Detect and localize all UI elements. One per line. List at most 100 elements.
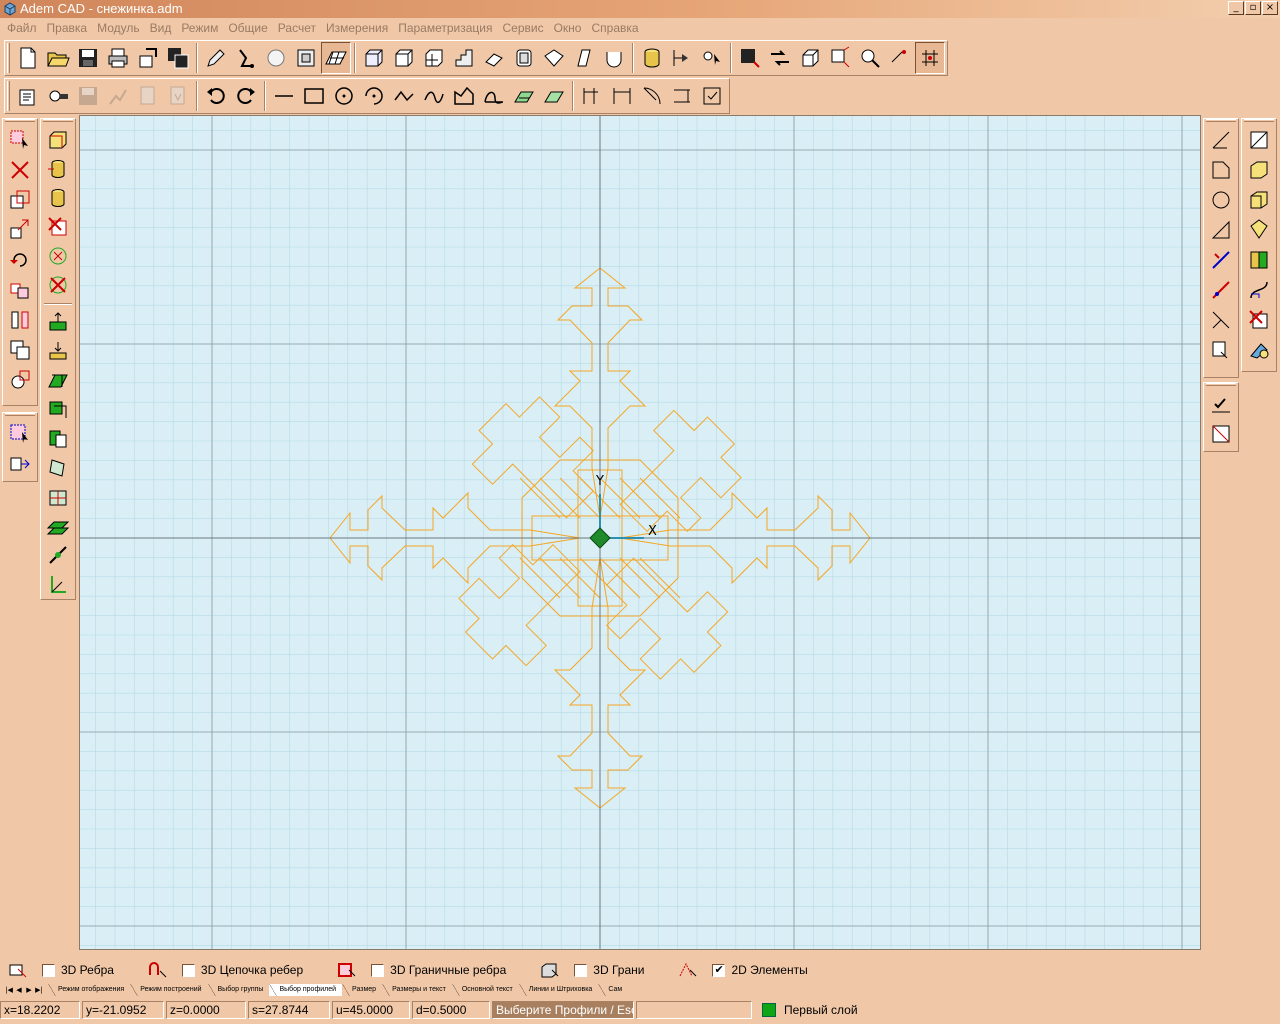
print-icon[interactable] (103, 42, 133, 74)
tab-dimension[interactable]: Размер (342, 984, 382, 996)
menu-window[interactable]: Окно (549, 21, 587, 35)
select-group-icon[interactable] (4, 419, 36, 449)
cylinder-icon[interactable] (637, 42, 667, 74)
face-delete-icon[interactable] (1243, 305, 1275, 335)
face-select-icon[interactable] (1243, 125, 1275, 155)
save-all-icon[interactable] (163, 42, 193, 74)
face-extend-icon[interactable] (1243, 185, 1275, 215)
dimension-radius-icon[interactable] (637, 80, 667, 112)
arc-center-icon[interactable] (359, 80, 389, 112)
scale-object-icon[interactable] (4, 305, 36, 335)
tab-lines-hatching[interactable]: Линии и Штриховка (518, 984, 599, 996)
tab-self[interactable]: Сам (598, 984, 628, 996)
fillet-icon[interactable] (1205, 185, 1237, 215)
tab-group-select[interactable]: Выбор группы (207, 984, 270, 996)
grid-check-icon[interactable] (1205, 419, 1237, 449)
corner-icon[interactable] (1205, 215, 1237, 245)
curve-icon[interactable] (479, 80, 509, 112)
point-mark-icon[interactable] (42, 241, 74, 270)
save-model-icon[interactable] (735, 42, 765, 74)
circle-icon[interactable] (329, 80, 359, 112)
toolbar-grip[interactable] (7, 43, 10, 73)
dimension-linear-icon[interactable] (577, 80, 607, 112)
undo-icon[interactable] (201, 80, 231, 112)
cube-view-icon[interactable] (795, 42, 825, 74)
plane-down-icon[interactable] (42, 337, 74, 366)
menu-general[interactable]: Общие (223, 21, 272, 35)
plane-tilt-icon[interactable] (42, 453, 74, 482)
plane-hatch-icon[interactable] (42, 512, 74, 541)
axis-icon[interactable] (42, 541, 74, 570)
copy-object-icon[interactable] (4, 185, 36, 215)
layer-color-swatch[interactable] (762, 1003, 776, 1017)
machine-icon[interactable] (291, 42, 321, 74)
sphere-icon[interactable] (261, 42, 291, 74)
line-icon[interactable] (269, 80, 299, 112)
face-color-icon[interactable] (1243, 335, 1275, 365)
menu-edit[interactable]: Правка (42, 21, 93, 35)
coordinate-system-icon[interactable] (42, 570, 74, 599)
dimension-aligned-icon[interactable] (607, 80, 637, 112)
properties-icon[interactable] (13, 80, 43, 112)
tab-display-mode[interactable]: Режим отображения (48, 984, 130, 996)
checkbox[interactable] (712, 963, 726, 977)
box-icon[interactable] (389, 42, 419, 74)
spline-icon[interactable] (419, 80, 449, 112)
rotate-object-icon[interactable] (4, 245, 36, 275)
menu-module[interactable]: Модуль (92, 21, 145, 35)
filter-3d-edges[interactable]: 3D Ребра (8, 961, 114, 979)
check-mark-icon[interactable] (1205, 389, 1237, 419)
tab-profile-select[interactable]: Выбор профилей (269, 984, 343, 996)
toolbar-grip[interactable] (7, 81, 10, 111)
move-object-icon[interactable] (4, 215, 36, 245)
break-line-icon[interactable] (1205, 305, 1237, 335)
filter-3d-boundary-edges[interactable]: 3D Граничные ребра (337, 961, 506, 979)
menu-parametrization[interactable]: Параметризация (393, 21, 497, 35)
face-split-icon[interactable] (1243, 245, 1275, 275)
toolbar-grip[interactable] (1206, 119, 1236, 122)
tab-dimensions-text[interactable]: Размеры и текст (382, 984, 452, 996)
tab-last-icon[interactable]: ▶| (34, 984, 44, 996)
solid-extend-icon[interactable] (42, 183, 74, 212)
offset-object-icon[interactable] (4, 365, 36, 395)
menu-view[interactable]: Вид (145, 21, 177, 35)
extend-line-icon[interactable] (1205, 275, 1237, 305)
point-icon[interactable] (885, 42, 915, 74)
cup-icon[interactable] (599, 42, 629, 74)
polygon-icon[interactable] (449, 80, 479, 112)
workplane-icon[interactable] (42, 366, 74, 395)
face-fill-icon[interactable] (1243, 155, 1275, 185)
checkbox[interactable] (181, 963, 195, 977)
new-file-icon[interactable] (13, 42, 43, 74)
tab-construction-mode[interactable]: Режим построений (130, 984, 207, 996)
dimension-check-icon[interactable] (697, 80, 727, 112)
chamfer-icon[interactable] (1205, 155, 1237, 185)
save-icon[interactable] (73, 42, 103, 74)
box-cut-icon[interactable] (419, 42, 449, 74)
transform-group-icon[interactable] (4, 449, 36, 479)
status-layer-name[interactable]: Первый слой (784, 1003, 858, 1017)
tab-prev-icon[interactable]: ◀ (14, 984, 24, 996)
layers-icon[interactable] (43, 80, 73, 112)
array-object-icon[interactable] (4, 335, 36, 365)
polyline-icon[interactable] (389, 80, 419, 112)
tab-main-text[interactable]: Основной текст (451, 984, 519, 996)
rectangle-icon[interactable] (299, 80, 329, 112)
face-edit-icon[interactable] (1243, 215, 1275, 245)
checkbox[interactable] (371, 963, 385, 977)
select-object-icon[interactable] (4, 125, 36, 155)
drawing-surface[interactable] (80, 116, 1201, 950)
menu-file[interactable]: Файл (2, 21, 42, 35)
eraser-icon[interactable] (479, 42, 509, 74)
tab-first-icon[interactable]: |◀ (4, 984, 14, 996)
shell-icon[interactable] (509, 42, 539, 74)
analyze-select-icon[interactable] (697, 42, 727, 74)
shape-icon[interactable] (231, 42, 261, 74)
edit-node-icon[interactable] (1205, 335, 1237, 365)
workplane-offset-icon[interactable] (42, 395, 74, 424)
stairs-icon[interactable] (449, 42, 479, 74)
open-folder-icon[interactable] (43, 42, 73, 74)
menu-measurements[interactable]: Измерения (321, 21, 393, 35)
filter-2d-elements[interactable]: 2D Элементы (678, 961, 808, 979)
solid-delete-icon[interactable] (42, 212, 74, 241)
